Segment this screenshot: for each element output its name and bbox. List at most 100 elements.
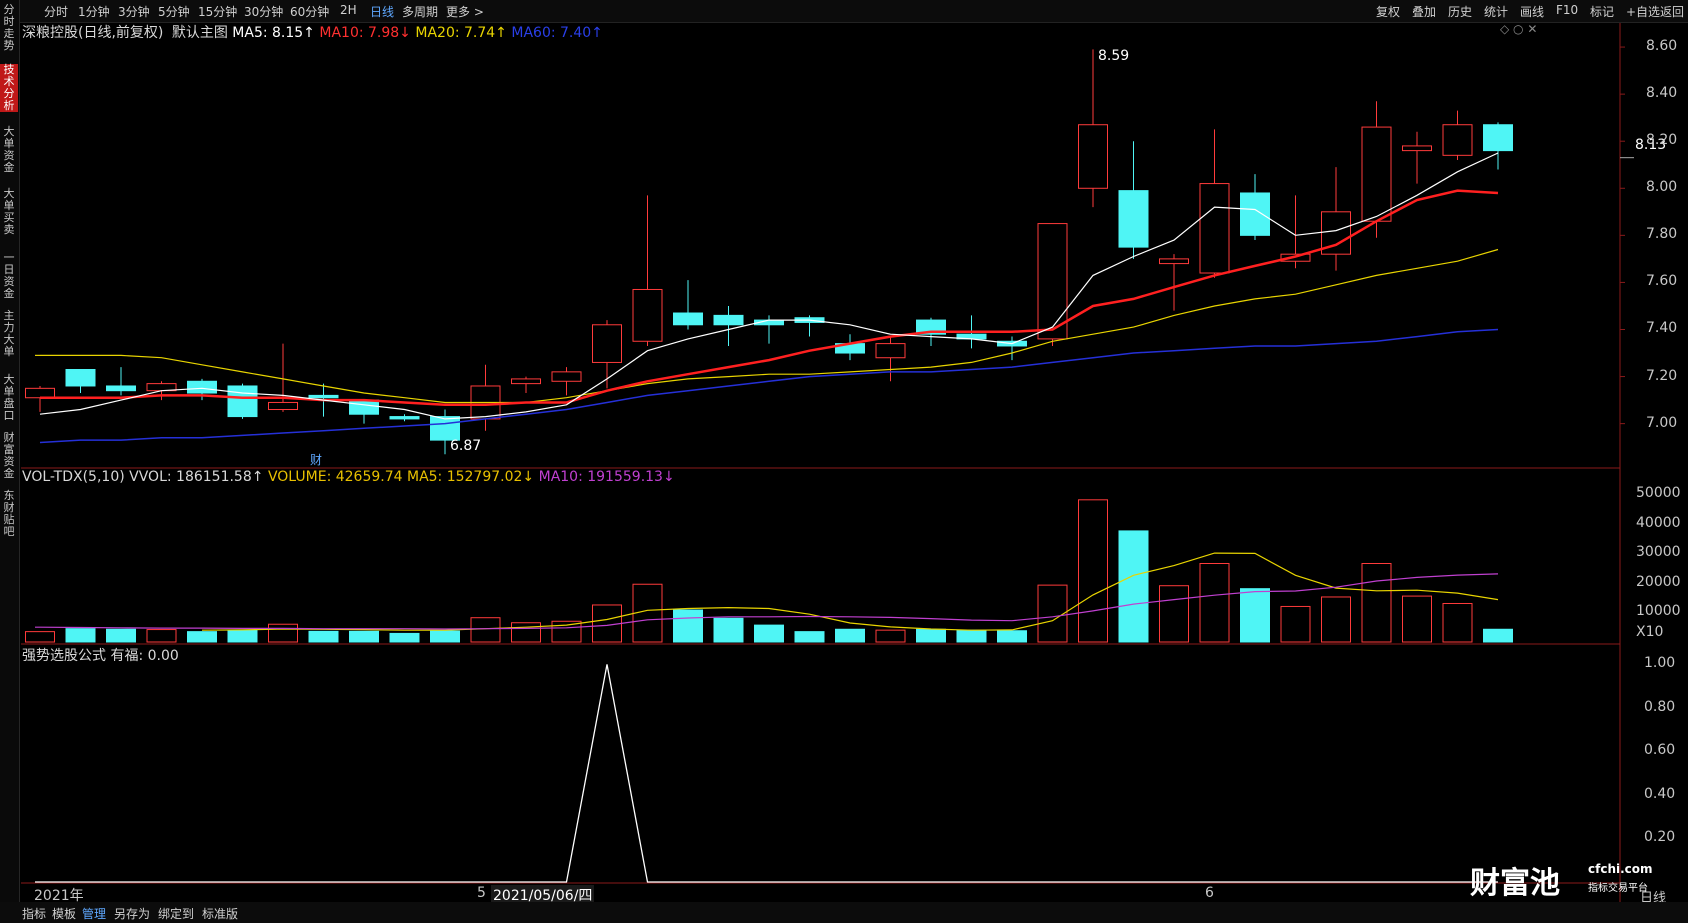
volume-bar <box>430 630 460 643</box>
toolbar-button-6[interactable]: 标记 <box>1590 3 1614 20</box>
price-tick-label: 8.40 <box>1646 85 1678 101</box>
volume-bar <box>25 631 55 643</box>
period-tab-3[interactable]: 5分钟 <box>158 3 190 20</box>
template-name[interactable]: 默认主图 <box>172 25 228 41</box>
period-tab-2[interactable]: 3分钟 <box>118 3 150 20</box>
period-tab-1[interactable]: 1分钟 <box>78 3 110 20</box>
period-tab-0[interactable]: 分时 <box>44 3 68 20</box>
indicator-tick-label: 1.00 <box>1644 655 1676 671</box>
volume-bar <box>916 628 946 643</box>
price-tick-label: 7.00 <box>1646 415 1678 431</box>
toolbar-button-2[interactable]: 历史 <box>1448 3 1472 20</box>
candle-body <box>511 378 541 385</box>
toolbar-button-8[interactable]: 返回 <box>1660 3 1684 20</box>
x-label-june: 6 <box>1205 885 1214 901</box>
volume-bar <box>1321 596 1351 643</box>
price-tick-label: 7.40 <box>1646 320 1678 336</box>
stock-title[interactable]: 深粮控股(日线,前复权) <box>22 25 163 41</box>
period-tab-7[interactable]: 2H <box>340 3 357 17</box>
cfchi-subtitle: 指标交易平台 <box>1588 883 1648 894</box>
axis-ticks <box>1620 46 1634 425</box>
left-tab-8[interactable]: 东财贴吧 <box>0 490 18 538</box>
indicator-tick-label: 0.40 <box>1644 786 1676 802</box>
volume-bar <box>65 628 96 643</box>
period-tab-5[interactable]: 30分钟 <box>244 3 283 20</box>
panel-controls[interactable]: ◇ ○ ✕ <box>1500 22 1537 36</box>
vol-title[interactable]: VOL-TDX(5,10) VVOL: 186151.58↑ <box>22 469 263 485</box>
left-tab-5[interactable]: 主力大单 <box>0 310 18 358</box>
toolbar-button-7[interactable]: +自选 <box>1626 3 1660 20</box>
volume-bar <box>713 617 744 643</box>
left-side-tabs: 分时走势技术分析大单资金大单买卖一日资金主力大单大单盘口财富资金东财贴吧 <box>0 0 20 923</box>
period-tab-8[interactable]: 日线 <box>370 3 394 20</box>
volume-ma-lines <box>35 552 1499 631</box>
left-tab-3[interactable]: 大单买卖 <box>0 188 18 236</box>
signal-line <box>35 664 1498 883</box>
low-price-label: 6.87 <box>450 438 482 454</box>
period-tab-10[interactable]: 更多 > <box>446 3 484 20</box>
toolbar-button-5[interactable]: F10 <box>1556 3 1578 17</box>
candle-body <box>713 314 744 326</box>
candle-body <box>308 394 339 399</box>
left-tab-7[interactable]: 财富资金 <box>0 432 18 480</box>
candle-body <box>632 288 663 342</box>
vol-panel-header: VOL-TDX(5,10) VVOL: 186151.58↑ VOLUME: 4… <box>22 469 675 485</box>
volume-bar <box>1361 563 1392 643</box>
candle-body <box>268 401 298 411</box>
bottom-tab-2[interactable]: 管理 <box>82 905 106 922</box>
cai-marker[interactable]: 财 <box>310 451 322 468</box>
candle-body <box>349 399 379 415</box>
volume-tick-label: 40000 <box>1636 515 1681 531</box>
candle-body <box>1361 126 1392 222</box>
volume-tick-label: X10 <box>1636 624 1664 640</box>
candle-body <box>1118 190 1149 248</box>
volume-bar <box>146 629 177 643</box>
price-tick-label: 7.20 <box>1646 368 1678 384</box>
left-tab-6[interactable]: 大单盘口 <box>0 374 18 422</box>
bottom-tab-1[interactable]: 模板 <box>52 905 76 922</box>
toolbar-button-3[interactable]: 统计 <box>1484 3 1508 20</box>
bottom-tab-0[interactable]: 指标 <box>22 905 46 922</box>
left-tab-0[interactable]: 分时走势 <box>0 4 18 52</box>
indicator-tick-label: 0.80 <box>1644 699 1676 715</box>
ma10-label: MA10: 7.98↓ <box>319 25 411 41</box>
volume-bar <box>470 617 501 643</box>
indicator-line <box>35 664 1498 883</box>
left-tab-1[interactable]: 技术分析 <box>0 64 18 112</box>
candle-body <box>106 385 136 392</box>
volume-bar <box>511 622 541 643</box>
volume-bar <box>1199 563 1230 643</box>
candle-body <box>1078 124 1108 189</box>
period-tab-6[interactable]: 60分钟 <box>290 3 329 20</box>
volume-bar <box>673 609 703 643</box>
period-tab-4[interactable]: 15分钟 <box>198 3 237 20</box>
ma5-line <box>39 152 1499 420</box>
volume-bar <box>1402 595 1432 643</box>
volume-bar <box>1442 602 1473 643</box>
bottom-tab-5[interactable]: 标准版 <box>202 905 238 922</box>
volume-bar <box>187 631 217 643</box>
volume-bars <box>25 499 1513 643</box>
cfchi-logo: 财富池 <box>1470 866 1560 901</box>
left-tab-4[interactable]: 一日资金 <box>0 252 18 300</box>
candle-body <box>389 416 420 420</box>
indicator-title[interactable]: 强势选股公式 有福: 0.00 <box>22 645 179 665</box>
left-tab-2[interactable]: 大单资金 <box>0 126 18 174</box>
candle-body <box>1240 192 1270 236</box>
toolbar-button-1[interactable]: 叠加 <box>1412 3 1436 20</box>
volume-bar <box>1483 628 1513 643</box>
volume-bar <box>1240 588 1270 643</box>
candle-body <box>227 385 258 418</box>
high-price-label: 8.59 <box>1098 48 1130 64</box>
volume-bar <box>835 628 865 643</box>
volume-tick-label: 30000 <box>1636 544 1681 560</box>
period-toolbar: 分时 1分钟 3分钟 5分钟 15分钟 30分钟 60分钟 2H 日线 多周期 更多 > 复权 叠加 历史… <box>0 0 1688 23</box>
bottom-tab-3[interactable]: 另存为 <box>114 905 150 922</box>
volume-bar <box>389 632 420 643</box>
chart-canvas[interactable] <box>0 0 1688 923</box>
period-tab-9[interactable]: 多周期 <box>402 3 438 20</box>
bottom-tab-4[interactable]: 绑定到 <box>158 905 194 922</box>
candle-body <box>1199 183 1230 274</box>
toolbar-button-4[interactable]: 画线 <box>1520 3 1544 20</box>
toolbar-button-0[interactable]: 复权 <box>1376 3 1400 20</box>
